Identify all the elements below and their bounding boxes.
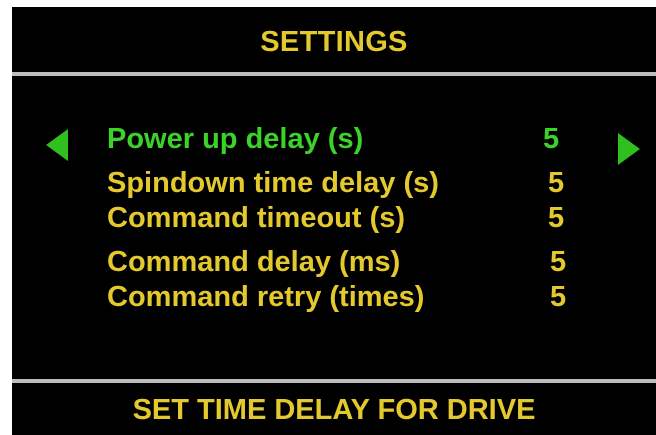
settings-screen: SETTINGS Power up delay (s) 5 Spindown t… bbox=[12, 7, 656, 435]
next-arrow-icon[interactable] bbox=[618, 133, 640, 165]
page-title: SETTINGS bbox=[260, 26, 408, 58]
header-divider bbox=[12, 72, 656, 76]
setting-label: Command retry (times) bbox=[107, 281, 425, 313]
footer-divider bbox=[12, 379, 656, 383]
setting-value: 5 bbox=[550, 246, 567, 278]
setting-row-command-retry[interactable]: Command retry (times) 5 bbox=[107, 281, 577, 317]
setting-label: Command timeout (s) bbox=[107, 202, 406, 234]
footer-hint: SET TIME DELAY FOR DRIVE bbox=[132, 394, 536, 426]
setting-row-power-up-delay[interactable]: Power up delay (s) 5 bbox=[107, 123, 577, 159]
setting-row-command-delay[interactable]: Command delay (ms) 5 bbox=[107, 246, 577, 282]
prev-arrow-icon[interactable] bbox=[46, 129, 68, 161]
setting-value: 5 bbox=[550, 281, 567, 313]
setting-value: 5 bbox=[548, 202, 565, 234]
setting-row-command-timeout[interactable]: Command timeout (s) 5 bbox=[107, 202, 577, 238]
setting-label: Power up delay (s) bbox=[107, 123, 364, 155]
setting-value: 5 bbox=[543, 123, 560, 155]
setting-label: Spindown time delay (s) bbox=[107, 167, 439, 199]
setting-value: 5 bbox=[548, 167, 565, 199]
setting-row-spindown-time-delay[interactable]: Spindown time delay (s) 5 bbox=[107, 167, 577, 203]
setting-label: Command delay (ms) bbox=[107, 246, 401, 278]
